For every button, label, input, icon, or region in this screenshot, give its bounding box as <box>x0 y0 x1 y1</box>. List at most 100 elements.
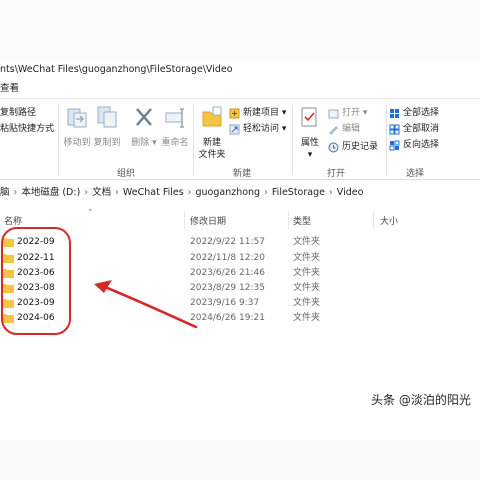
file-modified: 2022/11/8 12:20 <box>190 253 265 263</box>
breadcrumb-prefix: 脑 <box>0 187 10 198</box>
table-row[interactable]: 2023-09 2023/9/16 9:37 文件夹 <box>0 295 480 311</box>
table-row[interactable]: 2024-06 2024/6/26 19:21 文件夹 <box>0 310 480 326</box>
chevron-right-icon: › <box>115 187 119 198</box>
column-header: 名称 ˄ 修改日期 类型 大小 <box>0 209 480 229</box>
copy-to-icon <box>97 106 117 128</box>
properties-button[interactable]: 属性 ▾ <box>296 105 324 161</box>
column-divider[interactable] <box>373 211 374 229</box>
breadcrumb-segment[interactable]: 本地磁盘 (D:) <box>21 187 80 198</box>
column-size[interactable]: 大小 <box>380 214 398 227</box>
select-all-label: 全部选择 <box>403 108 440 118</box>
new-item-icon <box>229 108 240 118</box>
chevron-down-icon: ▾ <box>307 150 313 160</box>
column-divider[interactable] <box>184 211 185 229</box>
column-name[interactable]: 名称 <box>4 214 22 227</box>
group-label-open: 打开 <box>327 169 346 179</box>
chevron-right-icon: › <box>264 187 268 198</box>
breadcrumb-segment[interactable]: guoganzhong <box>195 187 260 198</box>
column-divider[interactable] <box>288 211 289 229</box>
select-all-icon <box>390 108 399 118</box>
breadcrumb-segment[interactable]: 文档 <box>92 187 111 198</box>
copy-path-label: 复制路径 <box>0 108 37 118</box>
ribbon-separator <box>386 105 387 175</box>
new-folder-label-2: 文件夹 <box>198 150 226 160</box>
group-label-new: 新建 <box>233 169 252 179</box>
window-title: nts\WeChat Files\guoganzhong\FileStorage… <box>0 62 480 78</box>
breadcrumb-segment[interactable]: FileStorage <box>272 187 325 198</box>
open-label: 打开 <box>342 108 361 118</box>
invert-selection-icon <box>389 140 400 150</box>
group-label-select: 选择 <box>406 169 425 179</box>
file-type: 文件夹 <box>293 298 321 308</box>
breadcrumb[interactable]: 脑 › 本地磁盘 (D:) › 文档 › WeChat Files › guoganzhong ›… <box>0 184 480 202</box>
chevron-down-icon: ▾ <box>152 138 157 148</box>
paste-shortcut-button[interactable]: 粘贴快捷方式 <box>0 123 54 135</box>
file-modified: 2023/8/29 12:35 <box>190 283 265 293</box>
menu-tab-view[interactable]: 查看 <box>0 80 480 98</box>
select-none-icon <box>389 124 400 134</box>
file-type: 文件夹 <box>293 268 321 278</box>
easy-access-label: 轻松访问 <box>243 124 280 134</box>
file-type: 文件夹 <box>293 313 321 323</box>
invert-selection-button[interactable]: 反向选择 <box>389 139 439 151</box>
rename-button[interactable]: 重命名 <box>160 105 190 149</box>
move-to-icon <box>67 108 87 128</box>
watermark: 头条 @淡泊的阳光 <box>371 393 471 407</box>
history-icon <box>328 142 339 152</box>
ribbon-separator <box>58 105 59 175</box>
file-type: 文件夹 <box>293 283 321 293</box>
file-modified: 2023/9/16 9:37 <box>190 298 260 308</box>
delete-button[interactable]: 删除 ▾ <box>129 105 159 149</box>
new-item-button[interactable]: 新建项目 ▾ <box>229 107 286 119</box>
select-none-button[interactable]: 全部取消 <box>389 123 439 135</box>
delete-label: 删除 <box>131 138 150 148</box>
chevron-down-icon: ▾ <box>279 124 287 134</box>
history-label: 历史记录 <box>342 142 379 152</box>
open-button[interactable]: 打开 ▾ <box>328 107 367 119</box>
ribbon-separator <box>193 105 194 175</box>
file-type: 文件夹 <box>293 237 321 247</box>
ribbon-separator <box>292 105 293 175</box>
edit-icon <box>329 125 338 135</box>
copy-to-label: 复制到 <box>93 138 121 148</box>
new-item-label: 新建项目 <box>243 108 280 118</box>
breadcrumb-segment[interactable]: WeChat Files <box>123 187 184 198</box>
file-type: 文件夹 <box>293 253 321 263</box>
file-modified: 2023/6/26 21:46 <box>190 268 265 278</box>
chevron-down-icon: ▾ <box>360 108 368 118</box>
file-modified: 2024/6/26 19:21 <box>190 313 265 323</box>
delete-icon <box>136 108 152 126</box>
copy-path-button[interactable]: 复制路径 <box>0 107 36 119</box>
easy-access-icon <box>229 124 240 134</box>
new-folder-button[interactable]: 新建 文件夹 <box>196 105 228 161</box>
chevron-right-icon: › <box>328 187 333 198</box>
easy-access-button[interactable]: 轻松访问 ▾ <box>229 123 286 135</box>
paste-shortcut-label: 粘贴快捷方式 <box>0 124 55 134</box>
copy-to-button[interactable]: 复制到 <box>92 105 122 149</box>
move-to-label: 移动到 <box>63 138 91 148</box>
table-row[interactable]: 2022-09 2022/9/22 11:57 文件夹 <box>0 234 480 250</box>
new-folder-icon <box>202 106 222 127</box>
edit-label: 编辑 <box>342 124 361 134</box>
select-all-button[interactable]: 全部选择 <box>389 107 439 119</box>
properties-icon <box>301 107 317 127</box>
move-to-button[interactable]: 移动到 <box>62 105 92 149</box>
annotation-highlight-ring <box>1 227 71 335</box>
column-type[interactable]: 类型 <box>293 214 311 227</box>
sort-up-icon: ˄ <box>88 209 93 219</box>
chevron-right-icon: › <box>187 187 192 198</box>
properties-label: 属性 <box>300 138 319 148</box>
edit-button[interactable]: 编辑 <box>328 123 360 135</box>
table-row[interactable]: 2023-08 2023/8/29 12:35 文件夹 <box>0 280 480 296</box>
select-none-label: 全部取消 <box>403 124 440 134</box>
history-button[interactable]: 历史记录 <box>328 141 378 153</box>
breadcrumb-segment[interactable]: Video <box>337 187 364 198</box>
group-label-organize: 组织 <box>117 169 136 179</box>
table-row[interactable]: 2023-06 2023/6/26 21:46 文件夹 <box>0 265 480 281</box>
chevron-right-icon: › <box>84 187 89 198</box>
rename-icon <box>165 108 184 128</box>
invert-selection-label: 反向选择 <box>403 140 440 150</box>
open-icon <box>328 109 339 118</box>
column-modified[interactable]: 修改日期 <box>190 214 226 227</box>
table-row[interactable]: 2022-11 2022/11/8 12:20 文件夹 <box>0 250 480 266</box>
